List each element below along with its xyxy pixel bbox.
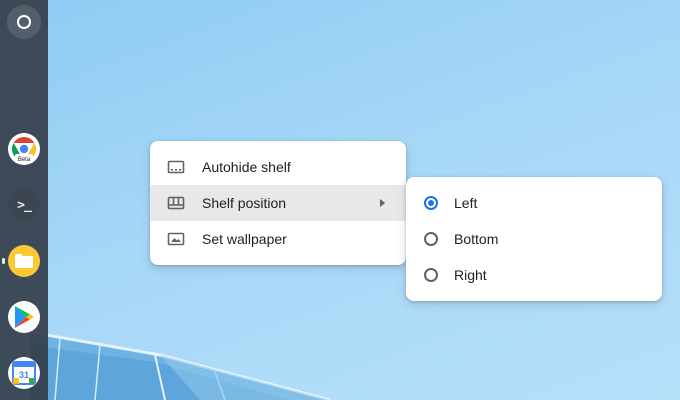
submenu-option-bottom[interactable]: Bottom [406, 221, 662, 257]
shelf: Beta >_ 31 [0, 0, 48, 400]
play-store-app[interactable] [8, 301, 40, 333]
shelf-context-menu: Autohide shelf Shelf position Set wallpa… [150, 141, 406, 265]
terminal-icon: >_ [17, 197, 32, 213]
submenu-option-label: Bottom [454, 231, 499, 247]
calendar-app[interactable]: 31 [8, 357, 40, 389]
autohide-shelf-icon [167, 160, 185, 174]
shelf-position-submenu: Left Bottom Right [406, 177, 662, 301]
menu-item-label: Shelf position [202, 195, 287, 211]
menu-item-shelf-position[interactable]: Shelf position [150, 185, 406, 221]
radio-unchecked-icon[interactable] [424, 268, 438, 282]
files-app[interactable] [8, 245, 40, 277]
menu-item-autohide-shelf[interactable]: Autohide shelf [150, 149, 406, 185]
terminal-app[interactable]: >_ [8, 189, 40, 221]
submenu-option-label: Right [454, 267, 487, 283]
calendar-icon: 31 [12, 361, 36, 385]
submenu-option-left[interactable]: Left [406, 185, 662, 221]
radio-checked-icon[interactable] [424, 196, 438, 210]
launcher-circle-icon [17, 15, 31, 29]
beta-badge: Beta [17, 157, 31, 163]
radio-unchecked-icon[interactable] [424, 232, 438, 246]
launcher-button[interactable] [7, 5, 41, 39]
menu-item-set-wallpaper[interactable]: Set wallpaper [150, 221, 406, 257]
files-icon [15, 254, 33, 268]
submenu-option-right[interactable]: Right [406, 257, 662, 293]
chrome-beta-app[interactable]: Beta [8, 133, 40, 165]
play-store-icon [15, 306, 34, 328]
calendar-date-text: 31 [19, 370, 29, 380]
wallpaper-icon [167, 232, 185, 246]
menu-item-label: Set wallpaper [202, 231, 287, 247]
submenu-option-label: Left [454, 195, 478, 211]
running-app-indicator [2, 258, 5, 264]
menu-item-label: Autohide shelf [202, 159, 291, 175]
submenu-arrow-icon [380, 199, 385, 207]
shelf-position-icon [167, 196, 185, 210]
